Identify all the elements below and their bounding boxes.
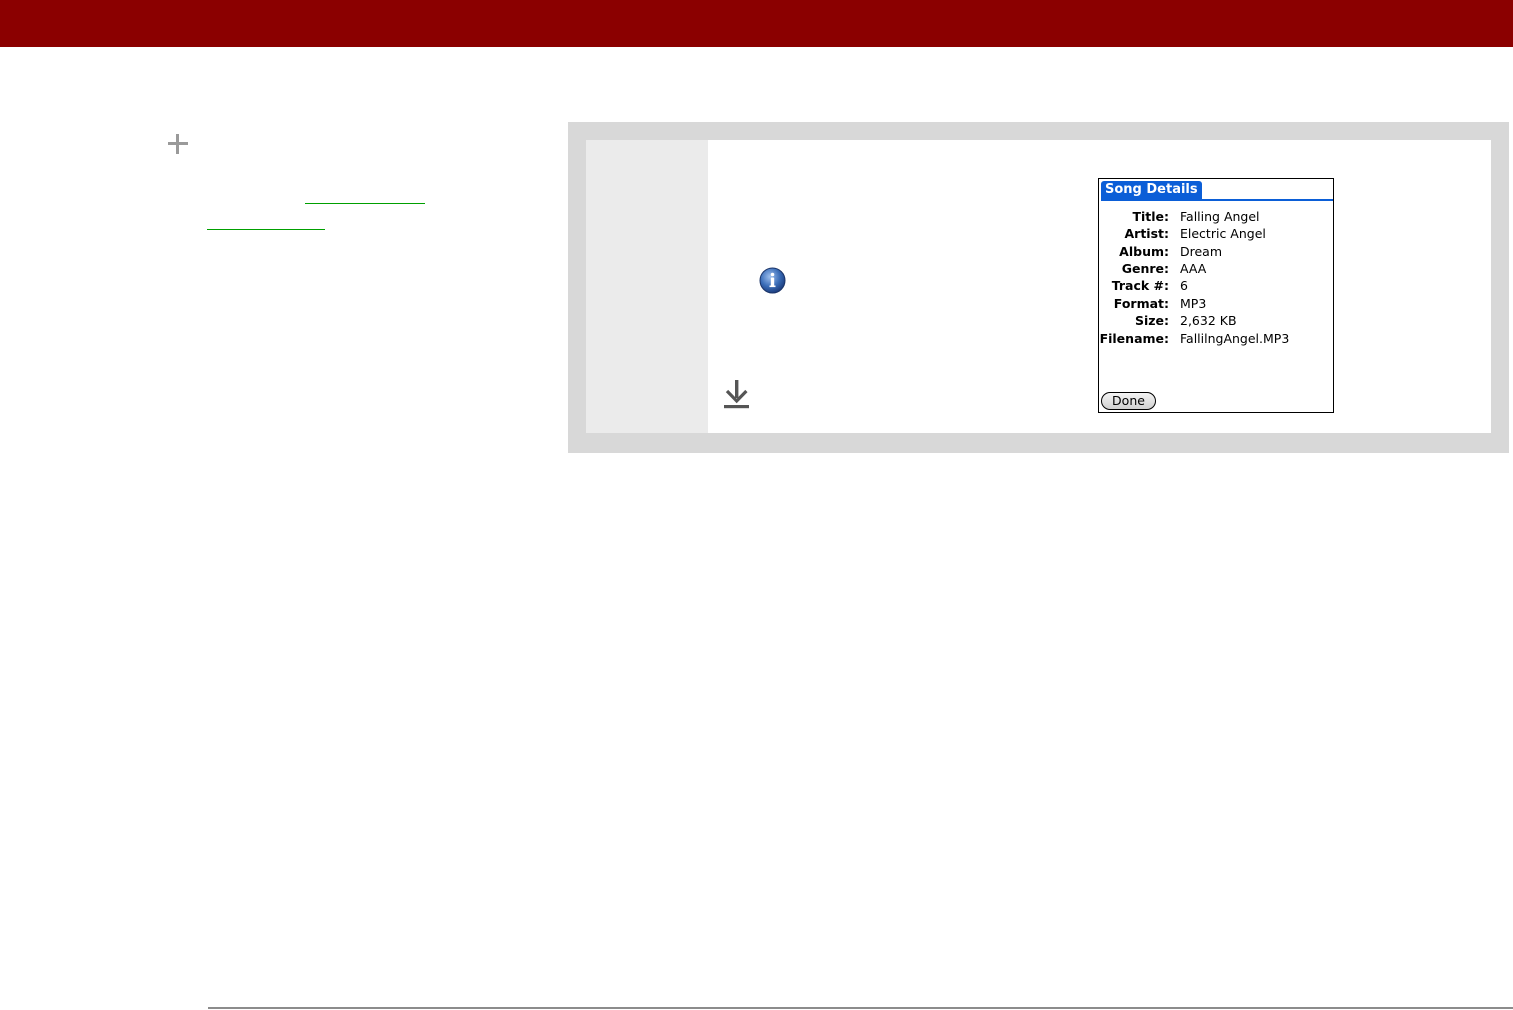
- detail-row-track: Track #: 6: [1099, 277, 1331, 294]
- cross-reference-link[interactable]: [207, 229, 325, 230]
- detail-row-title: Title: Falling Angel: [1099, 208, 1331, 225]
- detail-label: Filename:: [1099, 331, 1169, 346]
- detail-row-album: Album: Dream: [1099, 243, 1331, 260]
- info-icon: [759, 267, 786, 294]
- detail-value: Electric Angel: [1180, 226, 1266, 241]
- detail-label: Format:: [1113, 296, 1169, 311]
- detail-row-format: Format: MP3: [1099, 295, 1331, 312]
- step-number-column: [586, 140, 708, 433]
- detail-label: Title:: [1132, 209, 1169, 224]
- detail-value: AAA: [1180, 261, 1207, 276]
- detail-label: Genre:: [1121, 261, 1169, 276]
- detail-label: Track #:: [1111, 278, 1169, 293]
- detail-row-size: Size: 2,632 KB: [1099, 312, 1331, 329]
- detail-value: MP3: [1180, 296, 1207, 311]
- footer-rule: [208, 1007, 1513, 1009]
- detail-label: Artist:: [1124, 226, 1169, 241]
- download-arrow-icon: [724, 380, 749, 409]
- detail-value: 2,632 KB: [1180, 313, 1237, 328]
- detail-value: 6: [1180, 278, 1188, 293]
- cross-reference-link[interactable]: [305, 203, 425, 204]
- detail-label: Album:: [1119, 244, 1169, 259]
- detail-value: Falling Angel: [1180, 209, 1260, 224]
- document-page: Song Details Title: Falling Angel Artist…: [0, 0, 1513, 1010]
- detail-value: FallilngAngel.MP3: [1180, 331, 1290, 346]
- title-rule: [1101, 199, 1333, 201]
- detail-row-genre: Genre: AAA: [1099, 260, 1331, 277]
- plus-icon: [168, 134, 188, 154]
- song-details-screenshot: Song Details Title: Falling Angel Artist…: [1098, 178, 1334, 413]
- done-button[interactable]: Done: [1101, 392, 1156, 410]
- detail-row-filename: Filename: FallilngAngel.MP3: [1099, 330, 1331, 347]
- song-details-title: Song Details: [1101, 181, 1202, 199]
- header-bar: [0, 0, 1513, 47]
- detail-row-artist: Artist: Electric Angel: [1099, 225, 1331, 242]
- detail-value: Dream: [1180, 244, 1223, 259]
- detail-label: Size:: [1134, 313, 1169, 328]
